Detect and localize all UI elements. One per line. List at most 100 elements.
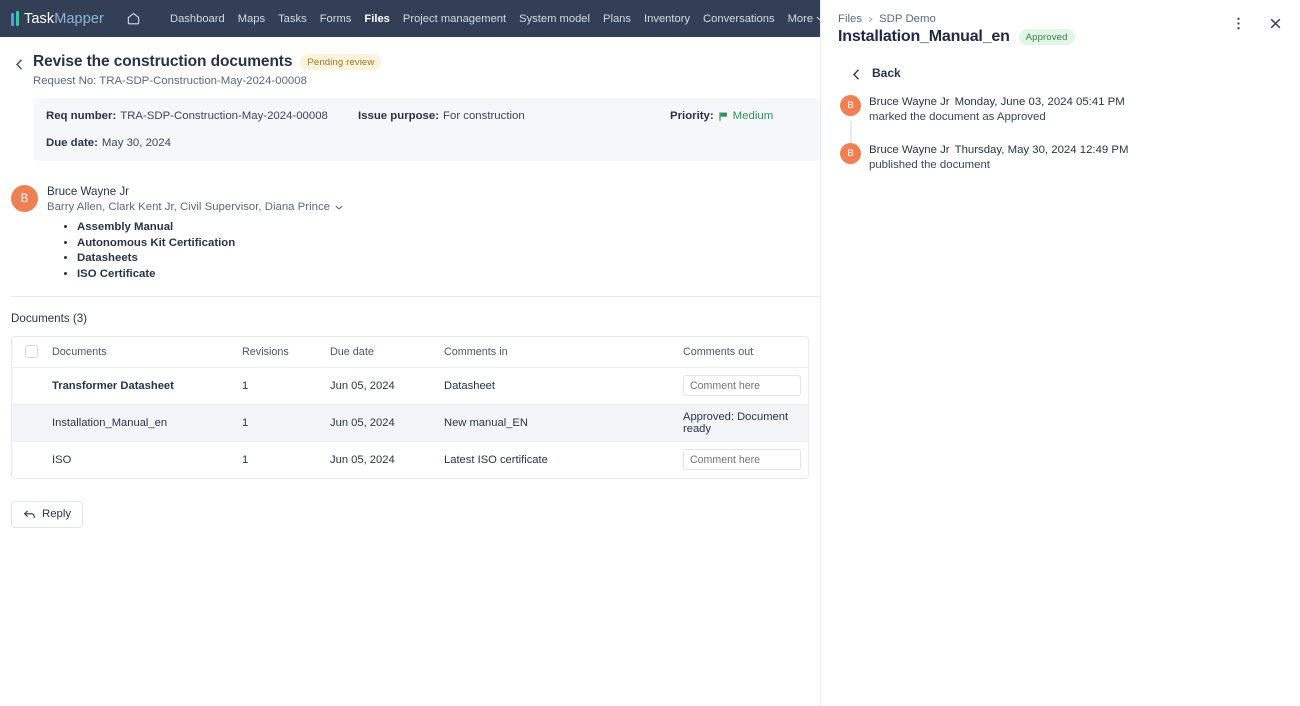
breadcrumb-item-files[interactable]: Files	[838, 13, 862, 25]
comment-recipients-text: Barry Allen, Clark Kent Jr, Civil Superv…	[47, 201, 330, 213]
timeline-author: Bruce Wayne Jr	[869, 96, 950, 108]
home-icon[interactable]	[126, 11, 141, 26]
nav-item-plans[interactable]: Plans	[603, 13, 631, 25]
table-row[interactable]: Transformer Datasheet 1 Jun 05, 2024 Dat…	[12, 366, 808, 404]
cell-comments-out: Approved: Document ready	[683, 410, 789, 435]
panel-back-label: Back	[872, 66, 901, 80]
request-info-card: Req number: TRA-SDP-Construction-May-202…	[34, 98, 820, 161]
nav-item-forms[interactable]: Forms	[320, 13, 352, 25]
panel-header: Files SDP Demo Installation_Manual_en Ap…	[821, 0, 1300, 46]
logo-text-primary: Task	[24, 10, 55, 27]
nav-item-files[interactable]: Files	[364, 13, 390, 25]
main-content-column: TaskMapper Dashboard Maps Tasks Forms Fi…	[0, 0, 820, 706]
nav-item-maps[interactable]: Maps	[238, 13, 265, 25]
row-select-cell	[12, 379, 52, 392]
info-due-date-value: May 30, 2024	[101, 137, 171, 149]
document-detail-panel: Files SDP Demo Installation_Manual_en Ap…	[820, 0, 1300, 706]
timeline-action: marked the document as Approved	[869, 111, 1046, 123]
table-row[interactable]: Installation_Manual_en 1 Jun 05, 2024 Ne…	[12, 403, 808, 441]
nav-item-conversations[interactable]: Conversations	[703, 13, 775, 25]
page-header: Revise the construction documents Pendin…	[0, 37, 820, 161]
cell-comments-in: New manual_EN	[444, 416, 528, 429]
info-due-date: Due date: May 30, 2024	[46, 137, 358, 149]
table-row[interactable]: ISO 1 Jun 05, 2024 Latest ISO certificat…	[12, 440, 808, 478]
nav-item-tasks[interactable]: Tasks	[278, 13, 307, 25]
app-logo[interactable]: TaskMapper	[11, 11, 104, 27]
comment-bullet-item: Assembly Manual	[77, 221, 820, 233]
reply-arrow-icon	[23, 510, 35, 518]
comment-author: Bruce Wayne Jr	[47, 185, 130, 198]
nav-item-inventory[interactable]: Inventory	[644, 13, 690, 25]
comment-bullet-item: ISO Certificate	[77, 268, 820, 280]
reply-button[interactable]: Reply	[11, 500, 84, 528]
timeline-item: B Bruce Wayne Jr Thursday, May 30, 2024 1…	[840, 143, 1300, 171]
cell-comments-out	[683, 375, 808, 396]
comment-bullet-item: Autonomous Kit Certification	[77, 237, 820, 249]
request-number-subtitle: Request No: TRA-SDP-Construction-May-202…	[33, 75, 307, 87]
comments-out-input[interactable]	[683, 449, 801, 470]
cell-document-name: Transformer Datasheet	[52, 379, 174, 392]
nav-item-system-model[interactable]: System model	[519, 13, 590, 25]
info-row-2: Due date: May 30, 2024	[34, 137, 820, 149]
info-priority-value: Medium	[732, 110, 774, 122]
nav-item-more-label: More	[787, 12, 814, 25]
column-header-documents[interactable]: Documents	[52, 346, 242, 358]
info-issue-purpose-value: For construction	[443, 110, 525, 122]
column-header-revisions[interactable]: Revisions	[242, 346, 330, 358]
column-header-comments-out[interactable]: Comments out	[683, 346, 808, 358]
cell-due-date: Jun 05, 2024	[330, 379, 395, 392]
info-priority: Priority: Medium	[670, 110, 820, 122]
timeline-author: Bruce Wayne Jr	[869, 144, 950, 156]
back-chevron-left-icon	[852, 69, 860, 80]
panel-back-button[interactable]: Back	[848, 63, 1300, 83]
info-req-number-value: TRA-SDP-Construction-May-2024-00008	[120, 110, 328, 122]
cell-due-date: Jun 05, 2024	[330, 416, 395, 429]
column-header-due-date[interactable]: Due date	[330, 346, 444, 358]
cell-document-name: Installation_Manual_en	[52, 416, 168, 429]
info-due-date-label: Due date:	[46, 137, 98, 149]
comment-block: B Bruce Wayne Jr Barry Allen, Clark Kent…	[0, 161, 820, 297]
cell-revisions: 1	[242, 416, 249, 429]
select-all-cell	[12, 345, 52, 358]
chevron-down-icon[interactable]	[335, 205, 343, 210]
nav-item-list: Dashboard Maps Tasks Forms Files Project…	[170, 13, 820, 25]
select-all-checkbox[interactable]	[25, 345, 38, 358]
reply-button-label: Reply	[42, 508, 72, 520]
avatar: B	[840, 95, 861, 116]
flag-icon	[719, 111, 727, 121]
nav-item-dashboard[interactable]: Dashboard	[170, 13, 225, 25]
back-chevron-left-icon[interactable]	[11, 56, 28, 73]
nav-item-more[interactable]: More	[788, 13, 820, 25]
logo-bars-icon	[11, 11, 19, 26]
breadcrumb-item-sdp-demo[interactable]: SDP Demo	[879, 13, 936, 25]
cell-comments-out	[683, 449, 808, 470]
info-row-1: Req number: TRA-SDP-Construction-May-202…	[34, 110, 820, 122]
close-icon[interactable]	[1268, 16, 1283, 31]
comments-out-input[interactable]	[683, 375, 801, 396]
nav-item-project-management[interactable]: Project management	[403, 13, 506, 25]
cell-comments-in: Datasheet	[444, 379, 495, 392]
info-priority-label: Priority:	[670, 110, 714, 122]
comment-recipients[interactable]: Barry Allen, Clark Kent Jr, Civil Superv…	[47, 201, 343, 213]
info-req-number-label: Req number:	[46, 110, 117, 122]
documents-heading: Documents (3)	[11, 311, 88, 325]
reply-section: Reply	[0, 479, 820, 528]
avatar: B	[840, 143, 861, 164]
info-issue-purpose: Issue purpose: For construction	[358, 110, 670, 122]
column-header-comments-in[interactable]: Comments in	[444, 346, 683, 358]
page-title: Revise the construction documents	[33, 53, 293, 70]
more-vertical-icon[interactable]	[1231, 16, 1246, 31]
panel-title: Installation_Manual_en	[838, 28, 1010, 45]
cell-due-date: Jun 05, 2024	[330, 453, 395, 466]
documents-table: Documents Revisions Due date Comments in…	[11, 335, 809, 479]
panel-actions	[1231, 16, 1283, 31]
timeline-timestamp: Monday, June 03, 2024 05:41 PM	[954, 96, 1125, 108]
timeline-item: B Bruce Wayne Jr Monday, June 03, 2024 05…	[840, 95, 1300, 123]
logo-text-secondary: Mapper	[54, 10, 104, 27]
timeline-timestamp: Thursday, May 30, 2024 12:49 PM	[954, 144, 1129, 156]
top-navigation-bar: TaskMapper Dashboard Maps Tasks Forms Fi…	[0, 0, 820, 37]
comment-body: Assembly Manual Autonomous Kit Certifica…	[63, 221, 820, 280]
cell-document-name: ISO	[52, 453, 72, 466]
app-root: TaskMapper Dashboard Maps Tasks Forms Fi…	[0, 0, 1300, 706]
activity-timeline: B Bruce Wayne Jr Monday, June 03, 2024 05…	[840, 95, 1300, 171]
